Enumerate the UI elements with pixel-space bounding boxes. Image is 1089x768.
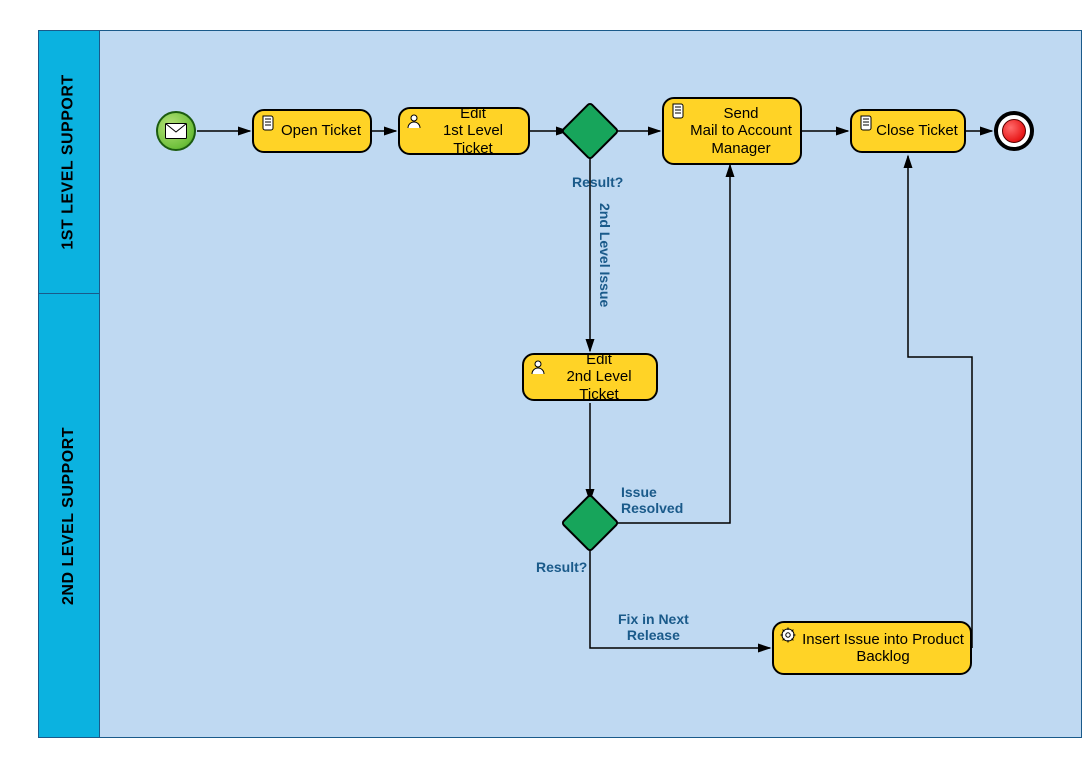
script-icon [260,115,276,131]
bpmn-diagram: 1ST LEVEL SUPPORT 2ND LEVEL SUPPORT [0,0,1089,768]
user-icon [406,113,422,129]
start-event [156,111,196,151]
service-icon [780,627,796,643]
end-event-inner [1002,119,1026,143]
task-open-ticket: Open Ticket [252,109,372,153]
gateway-2-label: Result? [536,559,587,575]
flow-label-fix-next-release: Fix in Next Release [618,611,689,643]
script-icon [670,103,686,119]
lanes-body: Open Ticket Edit 1st Level Ticket Result… [100,31,1081,737]
lane-header-2nd: 2ND LEVEL SUPPORT [39,294,99,738]
task-insert-backlog-label: Insert Issue into Product Backlog [802,631,964,666]
gateway-1-label: Result? [572,174,623,190]
task-send-mail: Send Mail to Account Manager [662,97,802,165]
lane-1st-label: 1ST LEVEL SUPPORT [60,74,78,249]
task-edit-1st-label: Edit 1st Level Ticket [424,105,522,157]
task-edit-1st: Edit 1st Level Ticket [398,107,530,155]
end-event [994,111,1034,151]
pool: 1ST LEVEL SUPPORT 2ND LEVEL SUPPORT [38,30,1082,738]
task-insert-backlog: Insert Issue into Product Backlog [772,621,972,675]
gateway-2 [569,502,611,544]
task-send-mail-label: Send Mail to Account Manager [690,105,792,157]
message-icon [165,123,187,139]
lane-header-1st: 1ST LEVEL SUPPORT [39,31,99,294]
task-edit-2nd-label: Edit 2nd Level Ticket [548,351,650,403]
script-icon [858,115,874,131]
task-close-ticket-label: Close Ticket [876,122,958,139]
lane-2nd-label: 2ND LEVEL SUPPORT [60,427,78,605]
task-open-ticket-label: Open Ticket [281,122,361,139]
task-close-ticket: Close Ticket [850,109,966,153]
flow-label-2nd-level-issue: 2nd Level Issue [597,203,613,307]
flow-label-issue-resolved: Issue Resolved [621,484,683,516]
user-icon [530,359,546,375]
lane-headers: 1ST LEVEL SUPPORT 2ND LEVEL SUPPORT [39,31,100,737]
task-edit-2nd: Edit 2nd Level Ticket [522,353,658,401]
gateway-1 [569,110,611,152]
